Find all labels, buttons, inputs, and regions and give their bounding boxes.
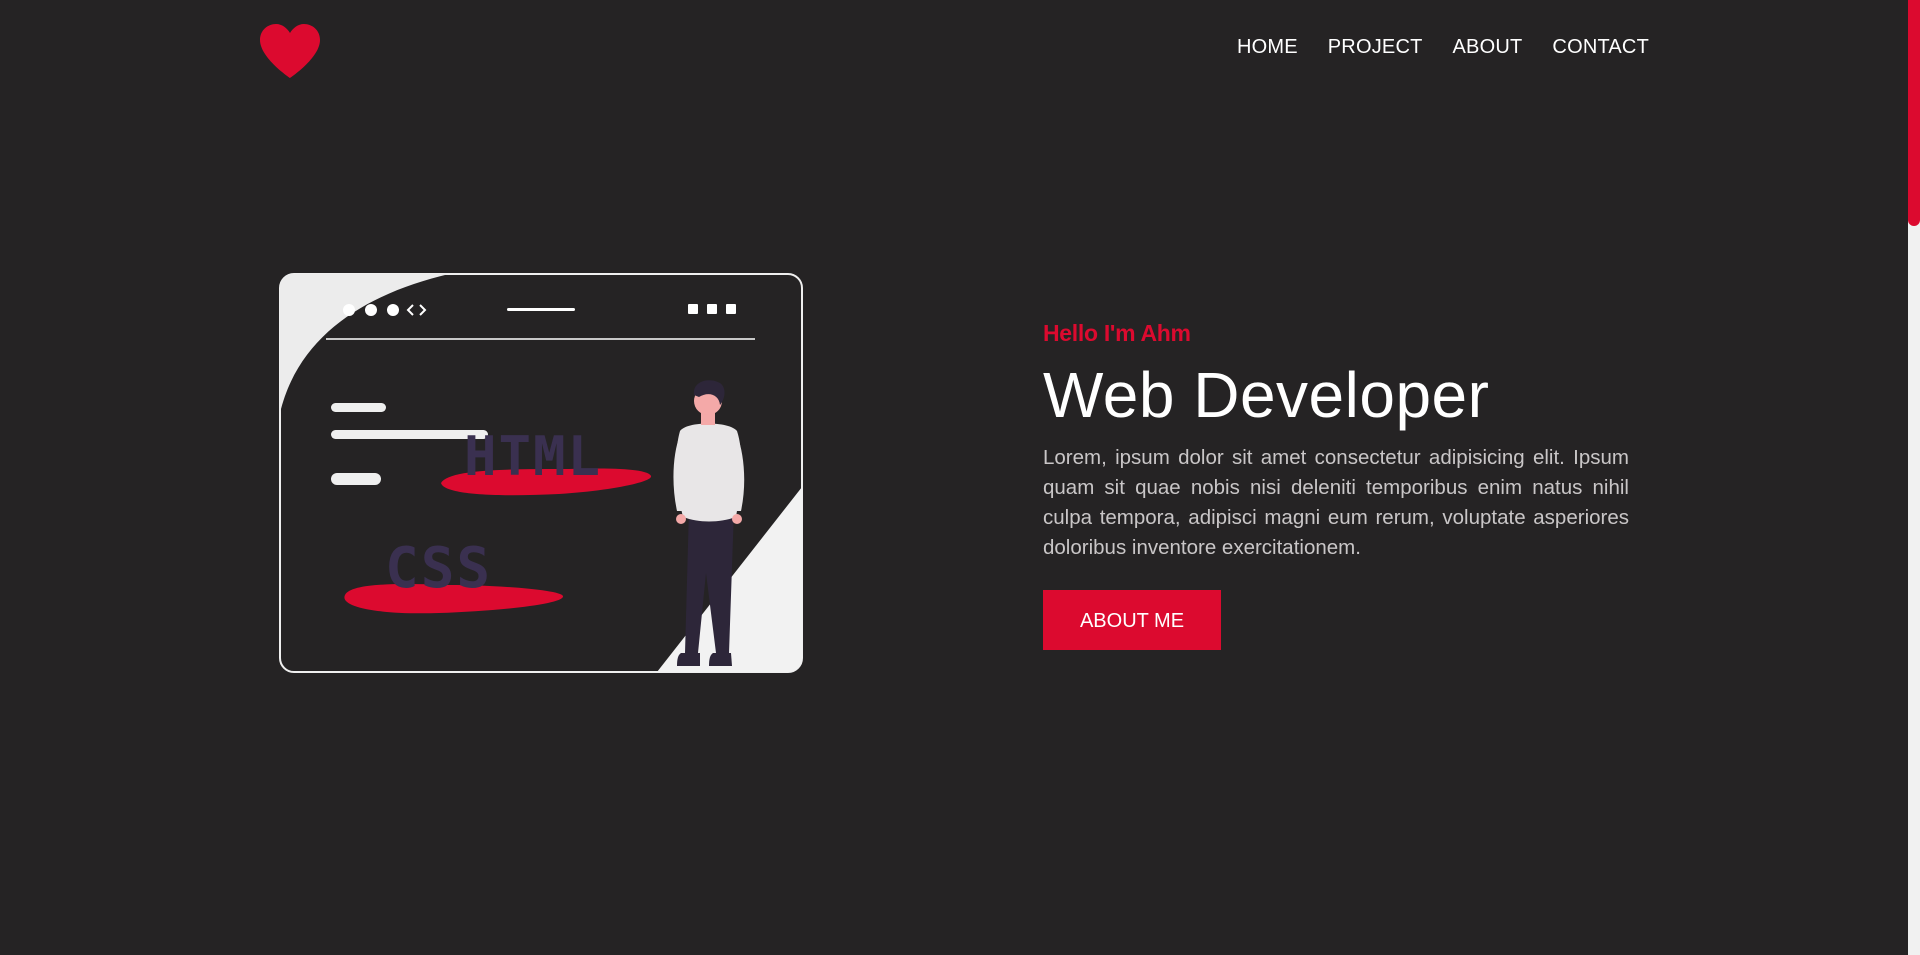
address-bar: [507, 308, 575, 311]
main-nav: HOME PROJECT ABOUT CONTACT: [1237, 36, 1649, 59]
window-dot-icon: [343, 304, 355, 316]
hero-title: Web Developer: [1043, 359, 1490, 431]
nav-contact[interactable]: CONTACT: [1552, 36, 1649, 59]
scrollbar-thumb[interactable]: [1908, 0, 1920, 226]
css-label: CSS: [385, 536, 492, 601]
nav-about[interactable]: ABOUT: [1453, 36, 1523, 59]
content-line: [331, 403, 386, 412]
heart-logo-icon[interactable]: [256, 22, 324, 80]
hero-description: Lorem, ipsum dolor sit amet consectetur …: [1043, 446, 1629, 559]
window-control-icon: [726, 304, 736, 314]
hero-greeting: Hello I'm Ahm: [1043, 320, 1191, 346]
nav-project[interactable]: PROJECT: [1328, 36, 1423, 59]
page: HOME PROJECT ABOUT CONTACT HTML CSS Hell…: [0, 0, 1920, 955]
window-dot-icon: [365, 304, 377, 316]
window-control-icon: [688, 304, 698, 314]
hero-illustration: HTML CSS: [279, 273, 806, 673]
window-control-icon: [707, 304, 717, 314]
hero-section: Hello I'm Ahm Web Developer Lorem, ipsum…: [1043, 320, 1629, 650]
content-line: [331, 473, 381, 485]
page-scrollbar[interactable]: [1908, 0, 1920, 955]
about-me-button[interactable]: ABOUT ME: [1043, 590, 1221, 650]
html-label: HTML: [464, 425, 602, 488]
window-dot-icon: [387, 304, 399, 316]
nav-home[interactable]: HOME: [1237, 36, 1298, 59]
